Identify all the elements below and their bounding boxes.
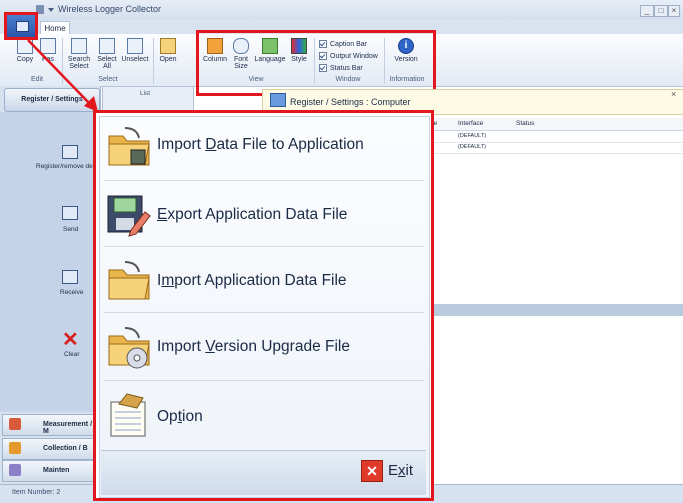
open-button[interactable]: Open <box>156 38 180 63</box>
option-notepad-icon <box>110 393 146 437</box>
column-header-interface[interactable]: Interface <box>458 120 483 127</box>
nav-measurement-label: Measurement / M <box>43 421 93 435</box>
window-title: Wireless Logger Collector <box>58 4 162 14</box>
menu-item-import-data-file[interactable]: Import Data File to Application <box>101 114 426 176</box>
status-item-number: Item Number: 2 <box>12 489 61 496</box>
exit-button[interactable]: ✕ Exit <box>361 460 421 482</box>
ribbon-separator <box>153 38 154 84</box>
nav-collection[interactable]: Collection / B <box>2 438 100 460</box>
view-window-info-highlight <box>196 30 436 96</box>
menu-item-label: Option <box>157 408 203 425</box>
copy-icon <box>17 38 33 54</box>
measurement-icon <box>9 418 21 430</box>
cell-interface: (DEFAULT) <box>458 133 487 139</box>
menu-item-import-application-data[interactable]: Import Application Data File <box>101 250 426 312</box>
search-select-icon <box>71 38 87 54</box>
paste-button[interactable]: Pas <box>38 38 58 63</box>
unselect-button[interactable]: Unselect <box>120 38 150 63</box>
nav-collection-label: Collection / B <box>43 445 88 452</box>
maintenance-icon <box>9 464 21 476</box>
nav-measurement[interactable]: Measurement / M <box>2 414 100 436</box>
sidebar-body <box>0 112 100 412</box>
checkbox-empty-icon <box>127 38 143 54</box>
paste-icon <box>40 38 56 54</box>
menu-item-option[interactable]: Option <box>101 386 426 448</box>
nav-maintenance[interactable]: Mainten <box>2 460 100 482</box>
output-window-pane-header <box>430 304 683 316</box>
sidebar-item-send[interactable]: Send <box>63 226 78 233</box>
nav-maintenance-label: Mainten <box>43 467 70 474</box>
device-register-icon[interactable] <box>62 145 78 159</box>
menu-divider <box>104 380 424 381</box>
sidebar-item-receive[interactable]: Receive <box>60 289 83 296</box>
column-header-status[interactable]: Status <box>516 120 534 127</box>
menu-item-import-version-upgrade[interactable]: Import Version Upgrade File <box>101 316 426 378</box>
group-edit-label: Edit <box>30 76 44 83</box>
copy-label: Copy <box>16 56 34 63</box>
search-select-button[interactable]: Search Select <box>66 38 92 70</box>
register-settings-title: Register / Settings : Computer <box>290 97 411 107</box>
maximize-button[interactable]: □ <box>654 5 668 17</box>
sidebar-item-clear[interactable]: Clear <box>64 351 80 358</box>
ribbon-separator <box>62 38 63 84</box>
app-menu-icon <box>16 21 29 32</box>
open-icon <box>160 38 176 54</box>
menu-divider <box>104 246 424 247</box>
menu-divider <box>104 180 424 181</box>
unselect-label: Unselect <box>121 56 149 63</box>
open-label: Open <box>159 56 177 63</box>
computer-icon <box>270 93 286 107</box>
sidebar-item-register[interactable]: Register/remove de <box>36 163 93 170</box>
import-data-folder-icon <box>108 127 150 166</box>
import-folder-icon <box>108 261 150 300</box>
group-select-label: Select <box>98 76 118 83</box>
cell-interface: (DEFAULT) <box>458 144 487 150</box>
table-row[interactable]: (DEFAULT) <box>430 132 683 143</box>
quick-access-dropdown-icon[interactable] <box>48 8 54 12</box>
collection-icon <box>9 442 21 454</box>
menu-item-label: Import Version Upgrade File <box>157 338 350 355</box>
paste-label: Pas <box>41 56 55 63</box>
select-all-button[interactable]: Select All <box>96 38 118 70</box>
menu-item-label: Import Application Data File <box>157 272 347 289</box>
menu-item-export-application-data[interactable]: Export Application Data File <box>101 184 426 246</box>
tab-home[interactable]: Home <box>40 21 70 35</box>
copy-button[interactable]: Copy <box>14 38 36 63</box>
search-select-label: Search Select <box>67 56 91 70</box>
receive-icon[interactable] <box>62 270 78 284</box>
table-row[interactable]: (DEFAULT) <box>430 143 683 154</box>
pane-close-icon[interactable]: × <box>671 89 676 99</box>
menu-item-label: Export Application Data File <box>157 206 348 223</box>
menu-divider <box>104 312 424 313</box>
menu-item-label: Import Data File to Application <box>157 136 364 153</box>
import-cd-folder-icon <box>108 327 150 369</box>
send-icon[interactable] <box>62 206 78 220</box>
select-all-label: Select All <box>97 56 117 70</box>
exit-label: Exit <box>388 462 414 479</box>
device-grid-header: ne Interface Status <box>430 118 683 131</box>
clear-icon[interactable]: ✕ <box>62 330 79 350</box>
list-label: List <box>140 90 151 97</box>
minimize-button[interactable]: _ <box>640 5 654 17</box>
checkbox-checked-icon <box>99 38 115 54</box>
sidebar-header-register-settings[interactable]: Register / Settings <box>4 88 100 112</box>
export-floppy-icon <box>107 195 151 237</box>
close-button[interactable]: × <box>668 5 680 17</box>
exit-icon: ✕ <box>361 460 383 482</box>
application-menu-button[interactable] <box>4 12 38 40</box>
